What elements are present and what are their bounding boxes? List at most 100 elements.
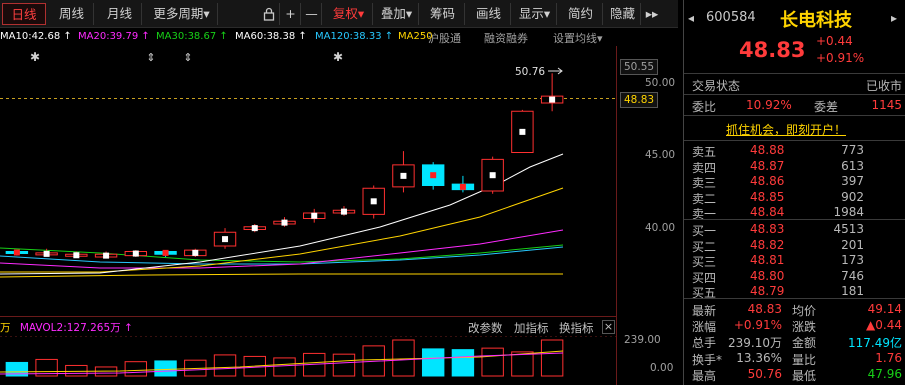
volume-legend: 万 MAVOL2:127.265万 ↑ (0, 320, 133, 334)
volume-bar (511, 351, 534, 377)
event-marker[interactable]: ⇕ (146, 51, 155, 64)
candle-marker (489, 172, 496, 179)
price-label-40: 40.00 (645, 222, 676, 234)
stat-value: 50.76 (747, 366, 782, 381)
order-row[interactable]: 卖三 48.86 397 (688, 174, 902, 190)
volume-bar (273, 357, 296, 377)
order-price: 48.88 (750, 143, 785, 157)
order-price: 48.84 (750, 205, 785, 220)
candle[interactable] (5, 249, 29, 256)
stat-value: 1.76 (875, 350, 902, 365)
candle[interactable] (213, 228, 237, 249)
order-price: 48.80 (750, 268, 785, 283)
stats-row: 涨幅 +0.91% 涨跌 ▲0.44 (688, 318, 902, 335)
edit-params-button[interactable]: 改参数 (468, 320, 503, 336)
ma60-line (0, 244, 564, 263)
order-label: 卖四 (692, 160, 717, 175)
ma20-line (0, 187, 564, 273)
candle[interactable] (451, 175, 475, 193)
next-stock-button[interactable]: ▸ (891, 11, 897, 25)
candle-marker (459, 183, 466, 190)
stat-label: 涨跌 (792, 320, 817, 335)
volume-bar (421, 348, 445, 377)
price-label-50: 50.00 (645, 77, 676, 89)
price-change: +0.44 (816, 34, 853, 48)
candle[interactable] (392, 151, 415, 193)
close-indicator-button[interactable]: × (602, 320, 615, 334)
stock-name: 长电科技 (780, 10, 852, 31)
volume-bar (332, 353, 356, 377)
candle[interactable] (154, 249, 177, 257)
order-label: 买二 (692, 239, 717, 254)
stat-label: 金额 (792, 336, 817, 351)
current-price: 48.83 (739, 38, 806, 62)
order-label: 买四 (692, 270, 717, 285)
candle-marker (549, 96, 556, 103)
order-volume: 173 (841, 253, 864, 268)
switch-indicator-button[interactable]: 换指标 (559, 320, 594, 336)
candle-marker (162, 249, 169, 256)
candle-marker (400, 172, 407, 179)
order-row[interactable]: 卖五 48.88 773 (688, 143, 902, 159)
stat-value: ▲0.44 (866, 318, 902, 333)
prev-stock-button[interactable]: ◂ (688, 11, 694, 25)
candle[interactable] (332, 206, 356, 216)
order-row[interactable]: 卖四 48.87 613 (688, 159, 902, 175)
order-row[interactable]: 买二 48.82 201 (688, 238, 902, 254)
volume-axis-max: 239.00 (624, 334, 661, 346)
event-marker[interactable]: ✱ (30, 50, 40, 64)
volume-unit: 万 (0, 322, 11, 334)
order-row[interactable]: 买四 48.80 746 (688, 268, 902, 285)
trade-status-row: 交易状态 已收市 (688, 77, 902, 93)
candle[interactable] (273, 217, 296, 227)
candle-marker (251, 225, 258, 232)
order-volume: 397 (841, 174, 864, 189)
candle-marker (519, 128, 526, 135)
volume-bar (451, 349, 475, 377)
arrow-right-icon (548, 67, 563, 75)
candle[interactable] (184, 248, 207, 257)
volume-bar (154, 360, 177, 377)
event-marker[interactable]: ✱ (333, 50, 343, 64)
stat-value: 117.49亿 (848, 336, 902, 351)
candle-marker (430, 172, 437, 179)
stat-value: 47.96 (867, 366, 902, 381)
candle[interactable] (511, 109, 534, 153)
stats-row: 总手 239.10万 金额 117.49亿 (688, 334, 902, 351)
volume-bar (540, 339, 564, 377)
order-label: 买一 (692, 224, 717, 238)
mavol2-value: MAVOL2:127.265万 ↑ (19, 322, 133, 334)
stats-row: 最高 50.76 最低 47.96 (688, 366, 902, 383)
candle-marker (132, 250, 139, 257)
order-price: 48.81 (750, 253, 785, 268)
add-indicator-button[interactable]: 加指标 (514, 320, 549, 336)
order-row[interactable]: 买三 48.81 173 (688, 253, 902, 270)
candle[interactable] (362, 185, 385, 219)
candle-marker (222, 236, 229, 243)
order-price: 48.85 (750, 189, 785, 204)
ma250-line (0, 273, 563, 278)
high-annotation: 50.76 (515, 66, 545, 78)
candle-marker (340, 208, 347, 215)
volume-bars-group (0, 339, 564, 377)
order-volume: 1984 (833, 205, 864, 220)
order-price: 48.86 (750, 174, 785, 189)
candle[interactable] (481, 156, 504, 194)
candle-marker (370, 198, 377, 205)
order-label: 买三 (692, 255, 717, 270)
candle-marker (281, 219, 288, 226)
order-row[interactable]: 买一 48.83 4513 (688, 222, 902, 238)
stat-label: 总手 (692, 336, 717, 351)
candle[interactable] (540, 73, 564, 112)
candle[interactable] (421, 162, 445, 190)
moving-average-lines (0, 153, 564, 278)
event-marker[interactable]: ⇕ (183, 51, 192, 64)
candle[interactable] (124, 250, 148, 257)
candle[interactable] (303, 208, 326, 223)
stat-label: 量比 (792, 352, 817, 367)
order-row[interactable]: 卖二 48.85 902 (688, 189, 902, 206)
candle[interactable] (243, 224, 266, 233)
order-price: 48.79 (750, 284, 785, 299)
open-account-link[interactable]: 抓住机会，即刻开户！ (726, 121, 846, 138)
order-label: 卖五 (692, 145, 717, 159)
